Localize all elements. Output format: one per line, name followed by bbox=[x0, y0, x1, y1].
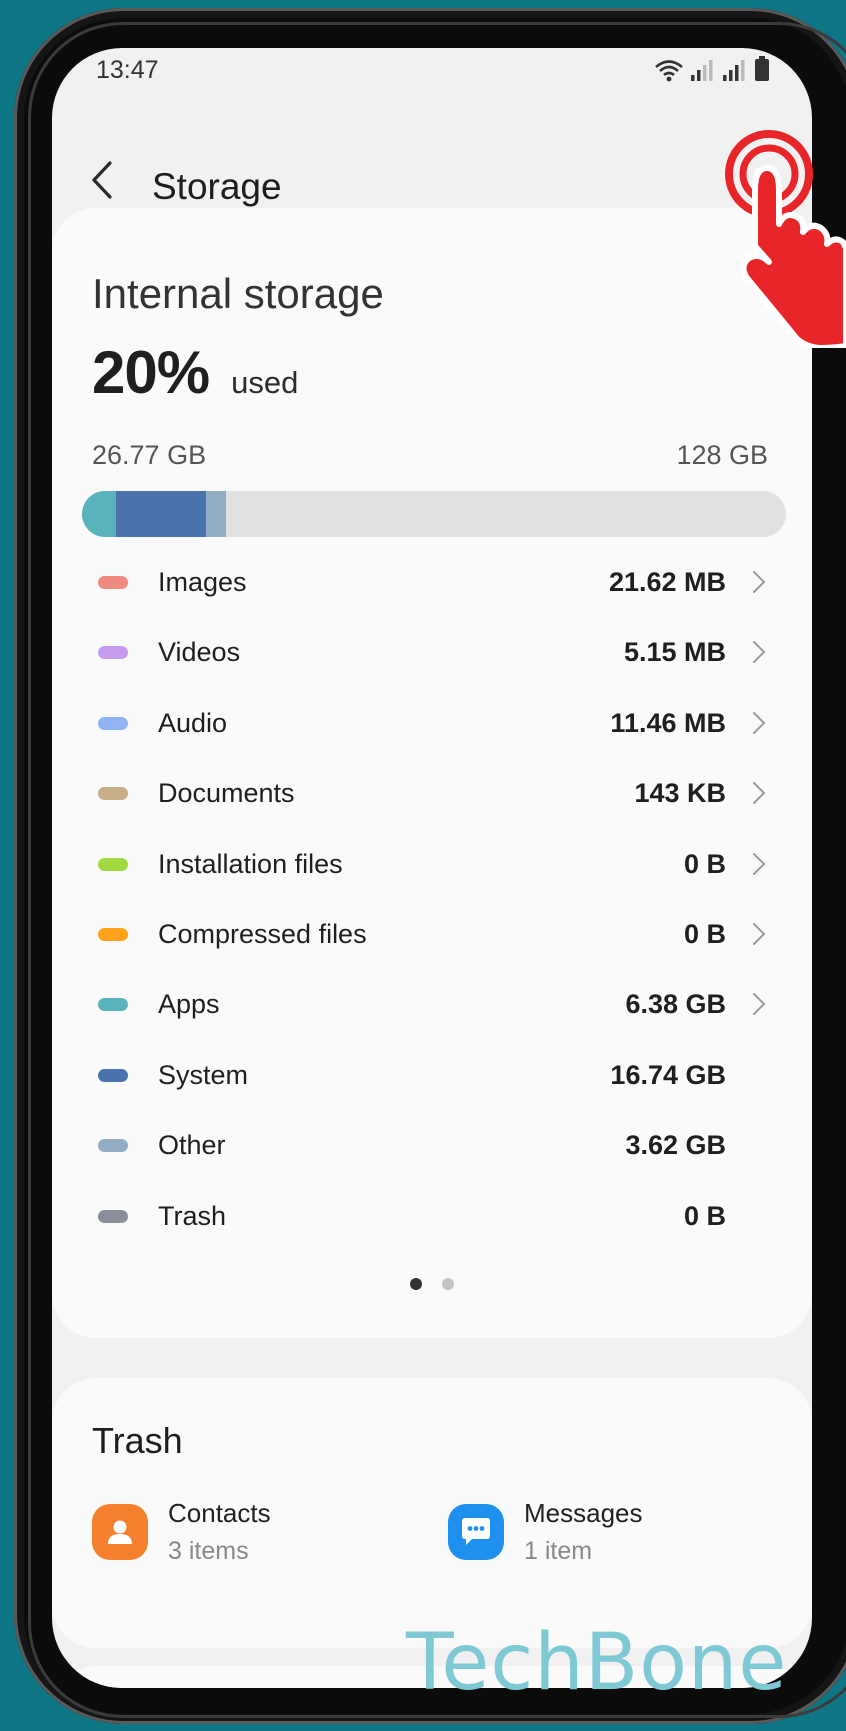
messages-icon bbox=[448, 1504, 504, 1560]
category-row[interactable]: Installation files 0 B bbox=[52, 828, 812, 898]
category-row[interactable]: Compressed files 0 B bbox=[52, 898, 812, 968]
pager-dot[interactable] bbox=[410, 1278, 422, 1290]
category-name: Other bbox=[158, 1130, 226, 1161]
category-row: System 16.74 GB bbox=[52, 1039, 812, 1109]
category-size: 0 B bbox=[683, 848, 726, 879]
category-list: Images 21.62 MB Videos 5.15 MB Audio 11.46 MB… bbox=[52, 546, 812, 1250]
trash-item-name: Messages bbox=[524, 1498, 643, 1528]
battery-icon bbox=[755, 56, 769, 81]
contacts-icon bbox=[92, 1504, 148, 1560]
signal-icon bbox=[723, 60, 745, 81]
usage-label: used bbox=[231, 365, 299, 400]
category-name: Apps bbox=[158, 989, 220, 1020]
category-row: Other 3.62 GB bbox=[52, 1109, 812, 1179]
chevron-right-icon bbox=[753, 782, 766, 805]
category-color-dot bbox=[98, 646, 128, 660]
signal-icon bbox=[691, 60, 713, 81]
category-size: 11.46 MB bbox=[610, 707, 726, 738]
trash-item-count: 1 item bbox=[524, 1537, 593, 1565]
category-row[interactable]: Audio 11.46 MB bbox=[52, 687, 812, 757]
category-size: 3.62 GB bbox=[625, 1130, 726, 1161]
category-size: 21.62 MB bbox=[608, 567, 726, 597]
usage-summary: 20% used bbox=[92, 338, 298, 407]
category-color-dot bbox=[98, 787, 128, 801]
category-size: 16.74 GB bbox=[610, 1059, 726, 1090]
status-bar: 13:47 bbox=[52, 48, 812, 92]
trash-item-name: Contacts bbox=[168, 1498, 271, 1528]
chevron-left-icon bbox=[92, 161, 112, 199]
category-name: Compressed files bbox=[158, 918, 367, 949]
category-size: 0 B bbox=[683, 918, 726, 949]
category-row[interactable]: Images 21.62 MB bbox=[52, 546, 812, 616]
total-size: 128 GB bbox=[676, 440, 768, 470]
category-color-dot bbox=[98, 716, 128, 730]
category-name: System bbox=[158, 1059, 249, 1090]
category-row[interactable]: Documents 143 KB bbox=[52, 757, 812, 827]
category-color-dot bbox=[98, 1209, 128, 1223]
chevron-right-icon bbox=[753, 711, 766, 734]
usage-segment-apps bbox=[82, 491, 116, 537]
trash-item-text: Messages 1 item bbox=[524, 1498, 643, 1566]
usage-percent: 20% bbox=[92, 339, 210, 406]
chevron-right-icon bbox=[753, 641, 766, 664]
app-bar: Storage bbox=[52, 118, 812, 218]
usage-segment-system bbox=[116, 491, 206, 537]
chevron-right-icon bbox=[753, 922, 766, 945]
category-row: Trash 0 B bbox=[52, 1180, 812, 1250]
category-size: 5.15 MB bbox=[623, 637, 726, 668]
tap-indicator-hand-icon bbox=[725, 130, 846, 348]
trash-item-count: 3 items bbox=[168, 1537, 249, 1565]
wifi-icon bbox=[655, 60, 683, 82]
trash-item-contacts[interactable]: Contacts 3 items bbox=[92, 1498, 271, 1566]
trash-item-messages[interactable]: Messages 1 item bbox=[448, 1498, 643, 1566]
category-row[interactable]: Apps 6.38 GB bbox=[52, 968, 812, 1038]
category-color-dot bbox=[98, 1139, 128, 1153]
watermark: TechBone bbox=[406, 1618, 788, 1708]
category-name: Audio bbox=[158, 707, 228, 738]
category-color-dot bbox=[98, 998, 128, 1012]
trash-title: Trash bbox=[92, 1420, 183, 1461]
screen: 13:47 Storage Internal storage 20% used … bbox=[52, 48, 812, 1688]
category-name: Documents bbox=[158, 778, 295, 809]
category-size: 6.38 GB bbox=[625, 989, 726, 1020]
usage-segment-other bbox=[206, 491, 226, 537]
page-indicator bbox=[52, 1278, 812, 1290]
category-color-dot bbox=[98, 576, 128, 589]
status-time: 13:47 bbox=[96, 56, 159, 84]
internal-storage-card: Internal storage 20% used 26.77 GB 128 G… bbox=[52, 208, 812, 1338]
category-size: 143 KB bbox=[634, 778, 726, 809]
trash-item-text: Contacts 3 items bbox=[168, 1498, 271, 1566]
category-name: Images bbox=[158, 567, 247, 597]
chevron-right-icon bbox=[753, 993, 766, 1016]
storage-usage-bar bbox=[82, 491, 786, 537]
page-title: Storage bbox=[152, 166, 282, 207]
used-size: 26.77 GB bbox=[92, 440, 207, 470]
category-color-dot bbox=[98, 1068, 128, 1082]
category-size: 0 B bbox=[683, 1200, 726, 1231]
category-name: Videos bbox=[158, 637, 241, 668]
chevron-right-icon bbox=[753, 571, 766, 593]
category-color-dot bbox=[98, 927, 128, 941]
trash-card: Trash Contacts 3 items Messages 1 item bbox=[52, 1378, 812, 1648]
category-color-dot bbox=[98, 857, 128, 871]
category-row[interactable]: Videos 5.15 MB bbox=[52, 616, 812, 686]
category-name: Trash bbox=[158, 1200, 227, 1231]
back-button[interactable] bbox=[84, 156, 120, 204]
status-icons bbox=[654, 56, 770, 82]
chevron-right-icon bbox=[753, 852, 766, 875]
pager-dot[interactable] bbox=[442, 1278, 454, 1290]
category-name: Installation files bbox=[158, 848, 343, 879]
storage-heading: Internal storage bbox=[92, 270, 384, 317]
